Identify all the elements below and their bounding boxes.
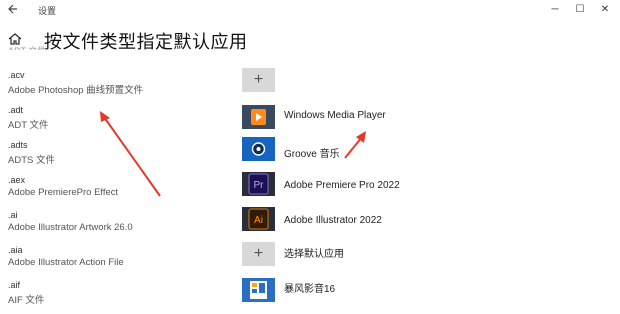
file-extension: .aex [8,175,26,185]
file-extension: .adts [8,140,28,150]
page-title: 按文件类型指定默认应用 [44,32,248,52]
plus-icon[interactable]: + [242,68,275,92]
file-extension: .aif [8,280,21,290]
baofeng-icon[interactable] [242,278,275,302]
choose-default-app-label[interactable]: 选择默认应用 [284,245,344,260]
file-extension: .ai [8,210,18,220]
list-item: .aex Adobe PremierePro Effect Pr Adobe P… [0,172,620,209]
file-description: Adobe Illustrator Action File [8,257,124,268]
maximize-button[interactable]: ☐ [570,2,590,18]
list-item: .aia Adobe Illustrator Action File + 选择默… [0,242,620,279]
file-extension: .adt [8,105,24,115]
minimize-button[interactable]: ─ [545,2,565,18]
window-title: 设置 [38,6,57,16]
illustrator-icon[interactable]: Ai [242,207,275,231]
app-name[interactable]: Adobe Premiere Pro 2022 [284,180,400,191]
app-name[interactable]: Adobe Illustrator 2022 [284,215,382,226]
svg-text:Ai: Ai [254,215,263,226]
file-description: Adobe PremierePro Effect [8,187,119,198]
list-item: .adt ADT 文件 Windows Media Player [0,105,620,139]
groove-music-icon[interactable] [242,137,275,161]
file-description: Adobe Photoshop 曲线预置文件 [8,85,144,96]
app-name[interactable]: Groove 音乐 [284,145,340,160]
file-description: ADT 文件 [8,120,49,131]
plus-icon[interactable]: + [242,242,275,266]
file-extension: .aia [8,245,23,255]
app-name[interactable]: Windows Media Player [284,110,386,121]
file-description: AIF 文件 [8,295,45,306]
page-header: 按文件类型指定默认应用 [0,24,620,52]
list-item: .acv Adobe Photoshop 曲线预置文件 + [0,68,620,104]
file-description: ADTS 文件 [8,155,55,166]
file-description: Adobe Illustrator Artwork 26.0 [8,222,133,233]
windows-media-player-icon[interactable] [242,105,275,129]
close-button[interactable]: ✕ [595,2,615,18]
file-extension: .acv [8,70,25,80]
list-item: .adts ADTS 文件 Groove 音乐 [0,137,620,174]
list-item: .ai Adobe Illustrator Artwork 26.0 Ai Ad… [0,207,620,244]
title-bar: 设置 ─ ☐ ✕ [0,0,620,22]
premiere-pro-icon[interactable]: Pr [242,172,275,196]
app-name[interactable]: 暴风影音16 [284,280,335,295]
scrolled-desc: ADT 文件 [8,44,46,50]
svg-text:Pr: Pr [254,180,265,191]
back-arrow-icon[interactable] [6,3,20,17]
